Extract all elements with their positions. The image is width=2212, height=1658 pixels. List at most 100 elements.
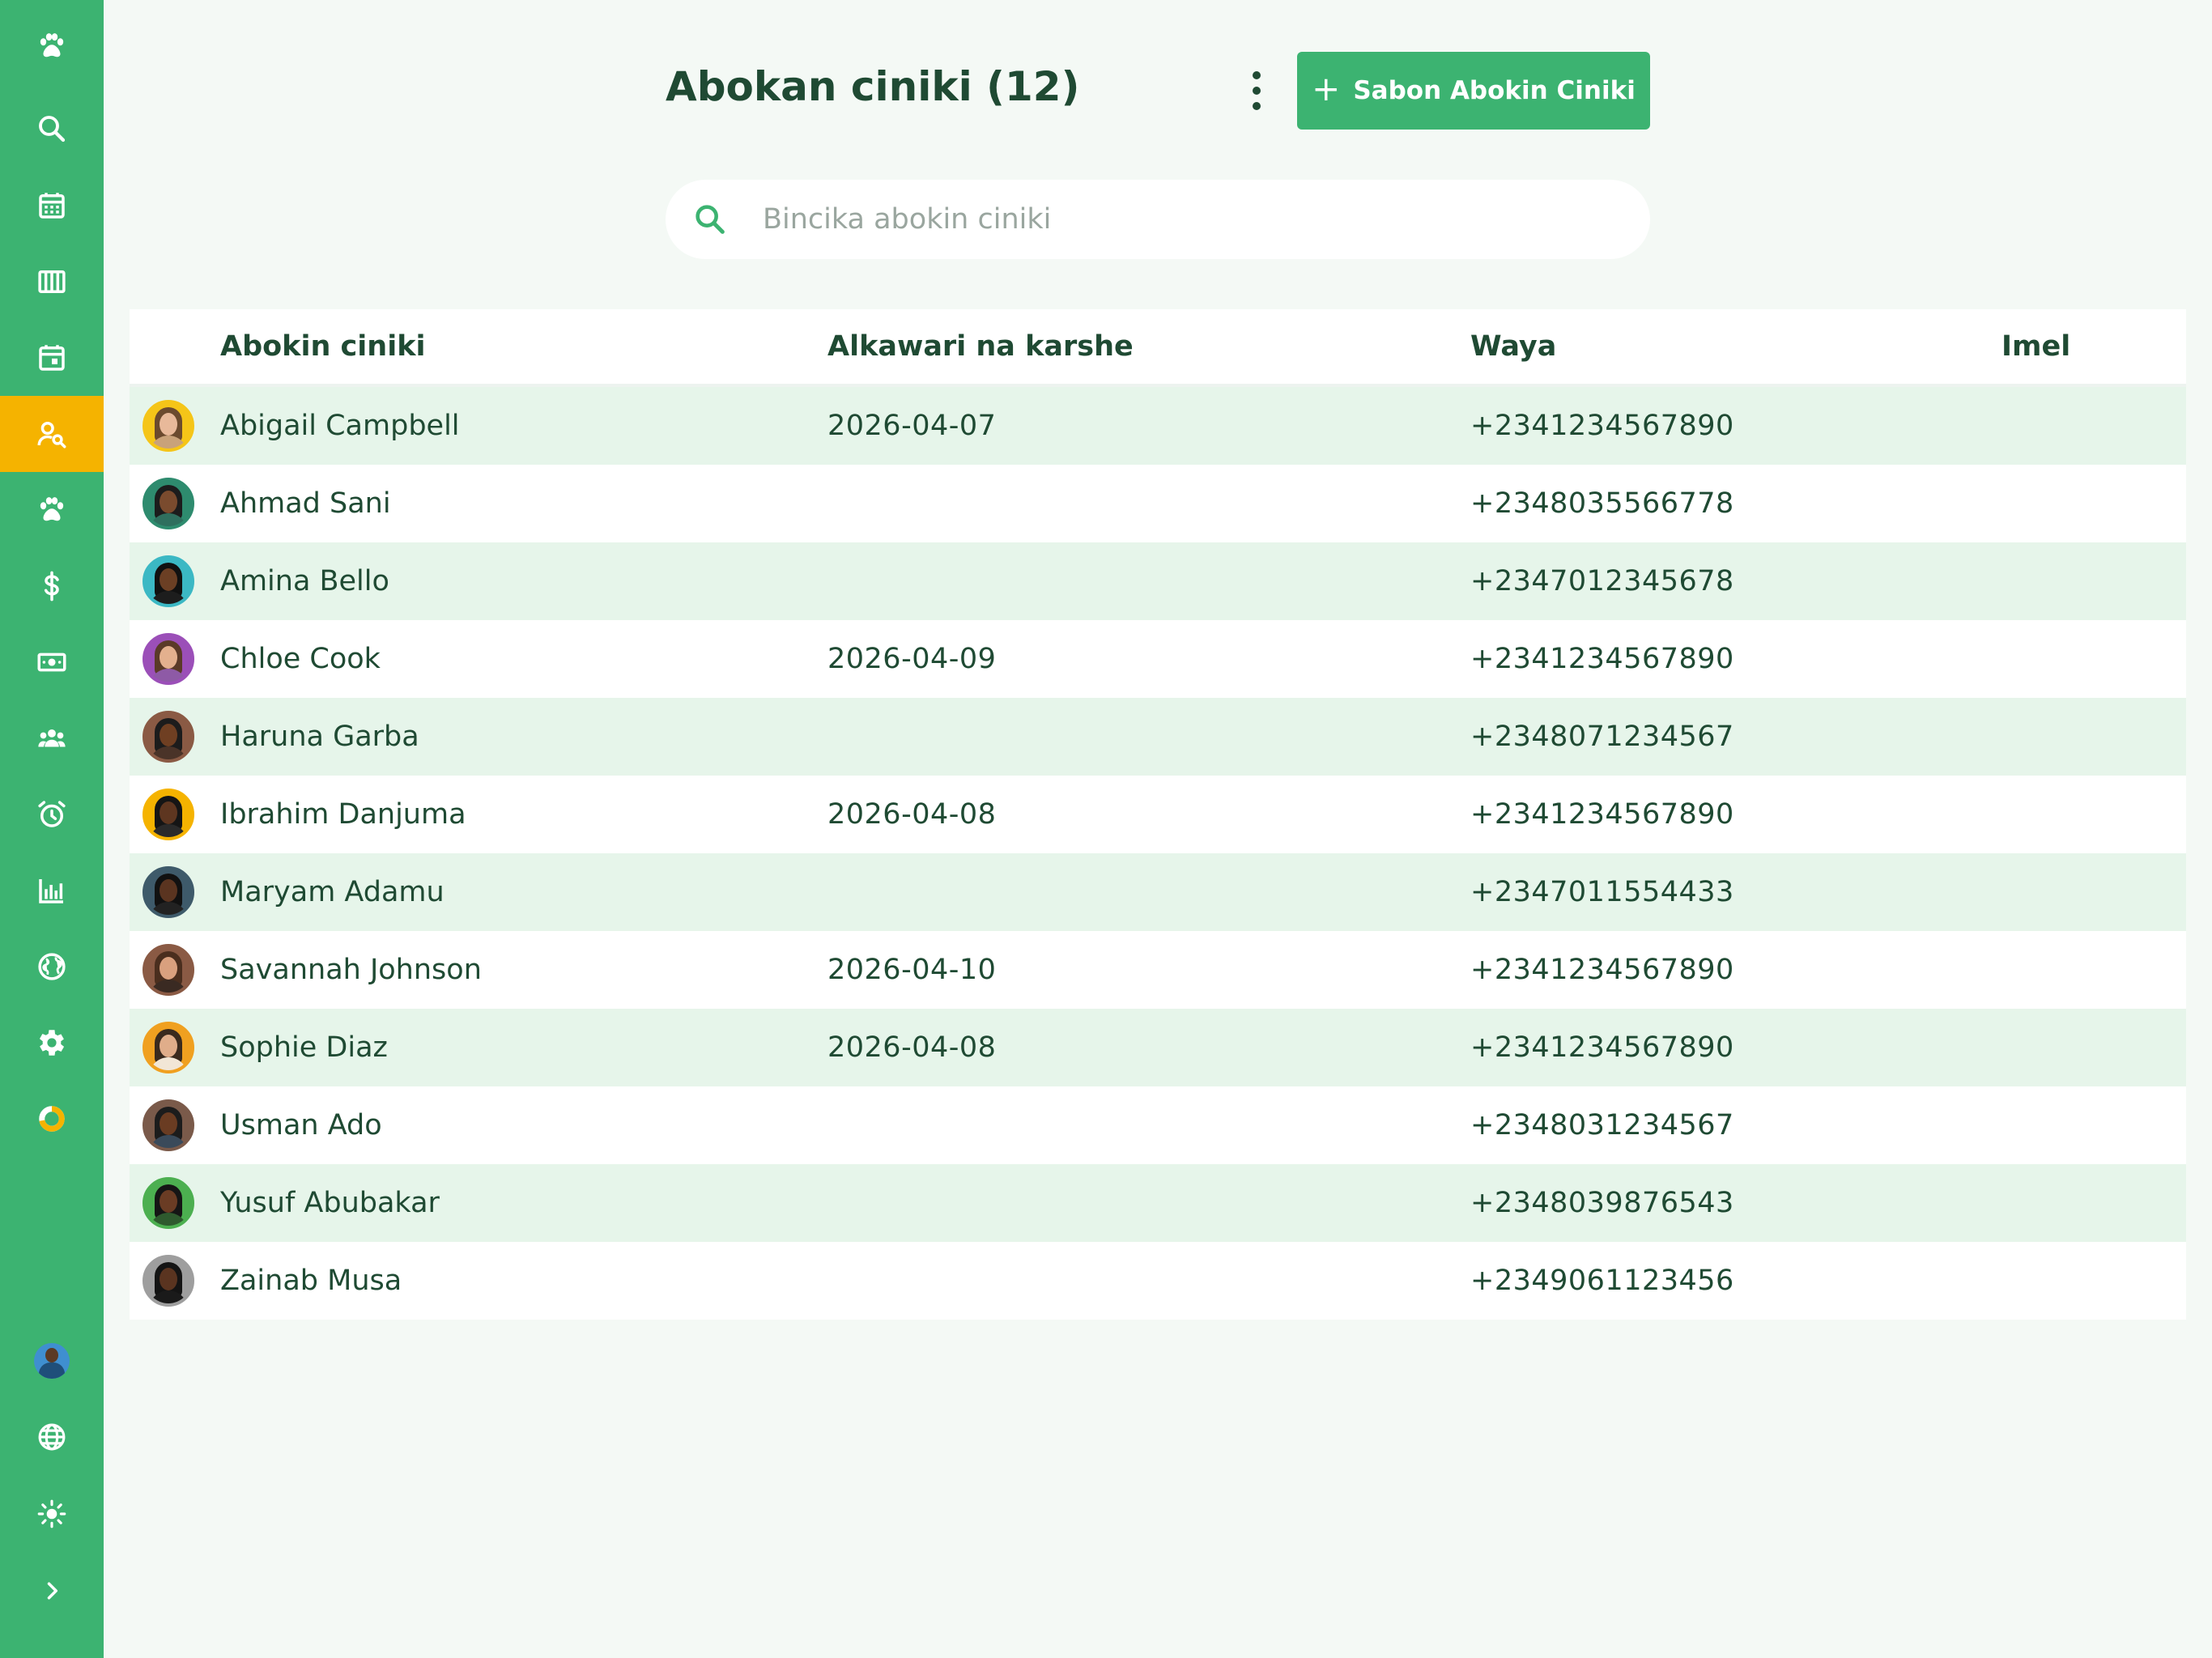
phone-number[interactable]: +2341234567890 xyxy=(1470,1009,1734,1086)
customer-name[interactable]: Sophie Diaz xyxy=(220,1009,388,1086)
table-row[interactable]: Yusuf Abubakar +2348039876543 xyxy=(130,1164,2186,1242)
language-button[interactable] xyxy=(0,1399,104,1475)
table-row[interactable]: Chloe Cook 2026-04-09 +2341234567890 xyxy=(130,620,2186,698)
customer-name[interactable]: Maryam Adamu xyxy=(220,853,445,931)
table-row[interactable]: Usman Ado +2348031234567 xyxy=(130,1086,2186,1164)
sidebar xyxy=(0,0,104,1658)
expand-sidebar-button[interactable] xyxy=(0,1553,104,1629)
theme-toggle-button[interactable] xyxy=(0,1476,104,1552)
nav-staff[interactable] xyxy=(0,700,104,776)
table-row[interactable]: Abigail Campbell 2026-04-07 +23412345678… xyxy=(130,387,2186,465)
phone-number[interactable]: +2348039876543 xyxy=(1470,1164,1734,1242)
phone-number[interactable]: +2341234567890 xyxy=(1470,387,1734,465)
table-row[interactable]: Amina Bello +2347012345678 xyxy=(130,542,2186,620)
phone-number[interactable]: +2347011554433 xyxy=(1470,853,1734,931)
nav-search[interactable] xyxy=(0,91,104,167)
customers-table: Abokin ciniki Alkawari na karshe Waya Im… xyxy=(130,309,2186,1320)
nav-web[interactable] xyxy=(0,929,104,1005)
nav-pets[interactable] xyxy=(0,472,104,548)
add-customer-button[interactable]: + Sabon Abokin Ciniki xyxy=(1297,52,1650,130)
customer-name[interactable]: Ibrahim Danjuma xyxy=(220,776,466,853)
avatar-face xyxy=(160,1268,177,1290)
user-avatar xyxy=(34,1343,70,1379)
customer-name[interactable]: Yusuf Abubakar xyxy=(220,1164,440,1242)
user-profile-button[interactable] xyxy=(0,1323,104,1399)
nav-settings[interactable] xyxy=(0,1005,104,1081)
more-options-button[interactable] xyxy=(1239,71,1274,110)
last-appointment-date: 2026-04-10 xyxy=(827,954,997,986)
avatar-face xyxy=(160,491,177,513)
calendar-grid-icon xyxy=(39,193,65,219)
sun-icon xyxy=(37,1499,66,1528)
customer-name[interactable]: Chloe Cook xyxy=(220,620,381,698)
phone-number[interactable]: +2348031234567 xyxy=(1470,1086,1734,1164)
phone-number[interactable]: +2348035566778 xyxy=(1470,465,1734,542)
customer-name[interactable]: Amina Bello xyxy=(220,542,389,620)
nav-customers[interactable] xyxy=(0,396,104,472)
page-title: Abokan ciniki (12) xyxy=(666,63,1080,110)
table-row[interactable]: Ahmad Sani +2348035566778 xyxy=(130,465,2186,542)
customer-name[interactable]: Savannah Johnson xyxy=(220,931,482,1009)
customer-avatar xyxy=(143,1099,194,1151)
column-header-customer[interactable]: Abokin ciniki xyxy=(220,309,426,384)
nav-reminders[interactable] xyxy=(0,776,104,852)
customer-avatar xyxy=(143,555,194,607)
nav-status[interactable] xyxy=(0,1081,104,1157)
customer-name[interactable]: Usman Ado xyxy=(220,1086,382,1164)
avatar-face xyxy=(160,1112,177,1135)
calendar-event-icon xyxy=(39,345,65,371)
avatar-face xyxy=(160,1190,177,1213)
avatar-face xyxy=(160,1035,177,1057)
customer-name[interactable]: Ahmad Sani xyxy=(220,465,391,542)
phone-number[interactable]: +2348071234567 xyxy=(1470,698,1734,776)
phone-number[interactable]: +2341234567890 xyxy=(1470,776,1734,853)
customer-avatar xyxy=(143,711,194,763)
table-row[interactable]: Savannah Johnson 2026-04-10 +23412345678… xyxy=(130,931,2186,1009)
customer-avatar xyxy=(143,400,194,452)
last-appointment-date: 2026-04-08 xyxy=(827,1031,997,1064)
paw-icon xyxy=(40,33,64,57)
customer-avatar xyxy=(143,866,194,918)
table-body: Abigail Campbell 2026-04-07 +23412345678… xyxy=(130,387,2186,1320)
customer-avatar xyxy=(143,1022,194,1073)
table-header: Abokin ciniki Alkawari na karshe Waya Im… xyxy=(130,309,2186,387)
table-row[interactable]: Haruna Garba +2348071234567 xyxy=(130,698,2186,776)
column-header-email[interactable]: Imel xyxy=(2001,309,2070,384)
nav-appointments[interactable] xyxy=(0,320,104,396)
donut-icon xyxy=(39,1106,65,1132)
avatar-face xyxy=(160,646,177,669)
customer-name[interactable]: Haruna Garba xyxy=(220,698,419,776)
table-row[interactable]: Sophie Diaz 2026-04-08 +2341234567890 xyxy=(130,1009,2186,1086)
nav-billing[interactable] xyxy=(0,548,104,624)
columns-icon xyxy=(38,270,66,293)
chevron-right-icon xyxy=(47,1582,57,1600)
table-row[interactable]: Maryam Adamu +2347011554433 xyxy=(130,853,2186,931)
phone-number[interactable]: +2341234567890 xyxy=(1470,620,1734,698)
globe-filled-icon xyxy=(38,953,66,980)
column-header-phone[interactable]: Waya xyxy=(1470,309,1556,384)
customer-name[interactable]: Abigail Campbell xyxy=(220,387,460,465)
avatar-face xyxy=(160,413,177,436)
paw-icon xyxy=(40,497,64,521)
customer-avatar xyxy=(143,1255,194,1307)
nav-payments[interactable] xyxy=(0,624,104,700)
phone-number[interactable]: +2349061123456 xyxy=(1470,1242,1734,1320)
avatar-face xyxy=(160,568,177,591)
phone-number[interactable]: +2341234567890 xyxy=(1470,931,1734,1009)
nav-reports[interactable] xyxy=(0,852,104,929)
customer-avatar xyxy=(143,1177,194,1229)
search-bar xyxy=(666,180,1650,259)
search-input[interactable] xyxy=(761,202,1614,236)
avatar-face xyxy=(160,801,177,824)
customer-name[interactable]: Zainab Musa xyxy=(220,1242,402,1320)
group-icon xyxy=(38,729,66,747)
nav-columns[interactable] xyxy=(0,244,104,320)
column-header-last-appointment[interactable]: Alkawari na karshe xyxy=(827,309,1134,384)
add-customer-label: Sabon Abokin Ciniki xyxy=(1353,76,1636,105)
table-row[interactable]: Zainab Musa +2349061123456 xyxy=(130,1242,2186,1320)
phone-number[interactable]: +2347012345678 xyxy=(1470,542,1734,620)
nav-home-paw[interactable] xyxy=(0,8,104,84)
avatar-face xyxy=(160,724,177,746)
table-row[interactable]: Ibrahim Danjuma 2026-04-08 +234123456789… xyxy=(130,776,2186,853)
nav-calendar[interactable] xyxy=(0,168,104,244)
